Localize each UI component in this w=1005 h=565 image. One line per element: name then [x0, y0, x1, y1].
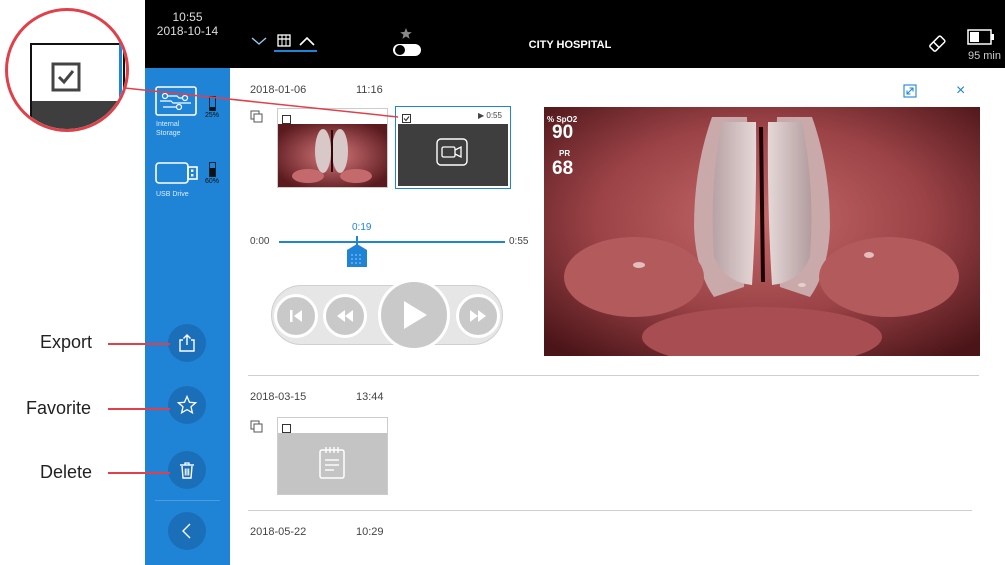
- callout-favorite-label: Favorite: [26, 398, 92, 418]
- play-button[interactable]: [378, 279, 450, 351]
- notes-document-icon: [319, 447, 345, 479]
- report-preview: [278, 433, 387, 494]
- usb-level-bar: [209, 162, 216, 177]
- callout-delete-line: [108, 472, 170, 474]
- timeline-current: 0:19: [352, 222, 372, 233]
- report-thumbnail[interactable]: [277, 417, 388, 495]
- battery-icon: [967, 28, 997, 48]
- media-preview: % SpO2 90 PR 68: [544, 107, 980, 356]
- record-divider-1: [248, 375, 979, 376]
- scrubber-handle-icon: [346, 236, 367, 267]
- magnifier-circle: [5, 8, 129, 132]
- timeline-scrubber[interactable]: [346, 236, 368, 268]
- timeline-start: 0:00: [250, 236, 270, 247]
- export-button[interactable]: [168, 324, 206, 362]
- expand-icon: [903, 84, 917, 98]
- fullscreen-button[interactable]: [903, 84, 917, 103]
- back-button[interactable]: [168, 512, 206, 550]
- skip-back-icon: [290, 310, 302, 322]
- record-divider-2: [248, 510, 972, 511]
- timeline-end: 0:55: [509, 236, 529, 247]
- trash-icon: [180, 462, 194, 479]
- export-icon: [179, 334, 195, 352]
- callout-favorite-line: [108, 408, 170, 410]
- magnified-selection-edge: [119, 35, 122, 129]
- star-icon: [177, 395, 197, 415]
- delete-button[interactable]: [168, 451, 206, 489]
- skip-back-button[interactable]: [274, 294, 318, 338]
- storage-usb[interactable]: 60% USB Drive: [155, 160, 225, 210]
- close-icon: ×: [956, 82, 966, 99]
- pr-label: PR: [559, 149, 571, 158]
- storage-usb-label: USB Drive: [156, 191, 189, 198]
- magnified-checkbox-icon: [51, 62, 81, 92]
- fast-forward-button[interactable]: [456, 294, 500, 338]
- sidebar-divider: [155, 500, 220, 501]
- magnified-preview: [32, 101, 125, 129]
- eraser-icon[interactable]: [925, 32, 949, 56]
- play-icon: [404, 301, 427, 329]
- close-preview-button[interactable]: ×: [956, 82, 965, 100]
- record-3-time: 10:29: [356, 526, 384, 538]
- callout-delete-label: Delete: [40, 462, 93, 482]
- callout-export-line: [108, 343, 170, 345]
- rewind-icon: [337, 310, 353, 322]
- rewind-button[interactable]: [323, 294, 367, 338]
- callout-export-label: Export: [40, 332, 93, 352]
- timeline-track[interactable]: [279, 241, 505, 243]
- usb-drive-icon: [155, 162, 198, 184]
- vocal-cords-preview-image: [544, 107, 980, 356]
- storage-usb-percent: 60%: [205, 178, 220, 185]
- record-3-date: 2018-05-22: [250, 526, 307, 538]
- multi-select-icon-2[interactable]: [250, 420, 264, 439]
- pr-value: 68: [552, 158, 574, 179]
- chevron-left-icon: [182, 523, 191, 539]
- battery-time: 95 min: [967, 50, 1001, 62]
- fast-forward-icon: [470, 310, 486, 322]
- record-2-date: 2018-03-15: [250, 391, 307, 403]
- record-2-time: 13:44: [356, 391, 384, 403]
- favorite-button[interactable]: [168, 386, 206, 424]
